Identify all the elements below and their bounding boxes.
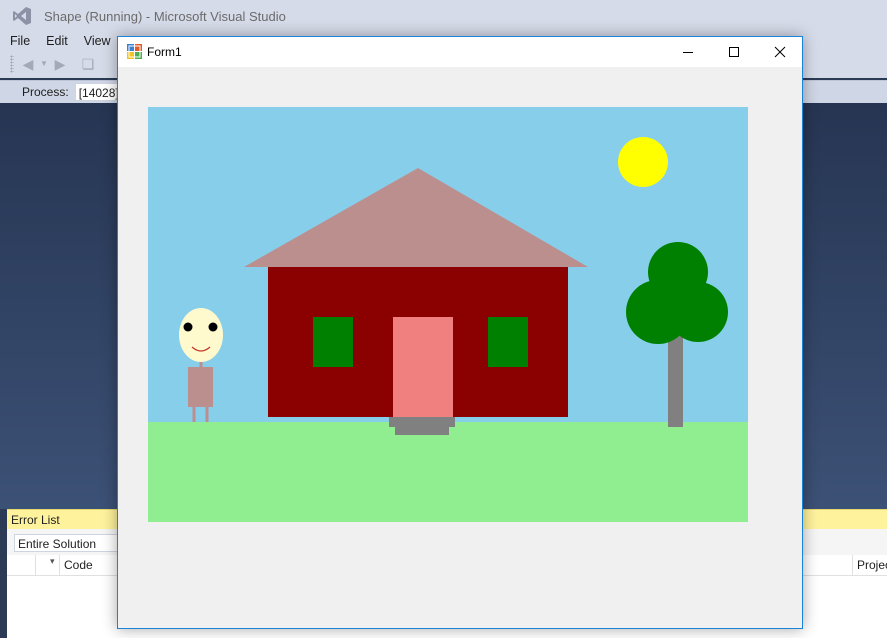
column-project[interactable]: Projec [857,555,887,575]
tree-trunk [668,327,683,427]
menu-edit[interactable]: Edit [36,34,74,48]
drawing-canvas [148,107,748,522]
grass [148,422,748,522]
form-app-icon [127,44,142,59]
menu-file[interactable]: File [0,34,36,48]
column-code[interactable]: Code [64,555,93,575]
form1-titlebar[interactable]: Form1 [118,37,802,67]
vs-window-title: Shape (Running) - Microsoft Visual Studi… [44,8,286,24]
door-step-lower [395,427,449,435]
toolbar-grip[interactable] [10,55,14,73]
visual-studio-logo-icon [13,7,31,25]
filter-icon[interactable]: ▾ [50,551,55,571]
process-label: Process: [22,85,69,99]
dropdown-arrow-icon[interactable]: ▼ [40,56,48,72]
new-project-icon[interactable]: ❏ [80,56,96,72]
person-face [179,308,223,362]
error-list-scope-dropdown[interactable]: Entire Solution [14,534,134,552]
person-eye-left [183,322,193,332]
house-door [393,317,453,417]
navigate-forward-icon[interactable]: ▶ [52,56,68,72]
maximize-icon [729,47,739,57]
navigate-back-icon[interactable]: ◀ [20,56,36,72]
minimize-icon [683,52,693,53]
house-window-left [313,317,353,367]
door-step-upper [389,417,455,427]
person-eye-right [208,322,218,332]
person-body [188,367,213,407]
menu-view[interactable]: View [74,34,117,48]
vs-titlebar: Shape (Running) - Microsoft Visual Studi… [0,0,887,32]
form1-title: Form1 [147,45,182,59]
sun [618,137,668,187]
close-button[interactable] [757,37,803,67]
form1-window[interactable]: Form1 [117,36,803,629]
maximize-button[interactable] [711,37,757,67]
house-window-right [488,317,528,367]
close-icon [774,46,786,58]
minimize-button[interactable] [665,37,711,67]
